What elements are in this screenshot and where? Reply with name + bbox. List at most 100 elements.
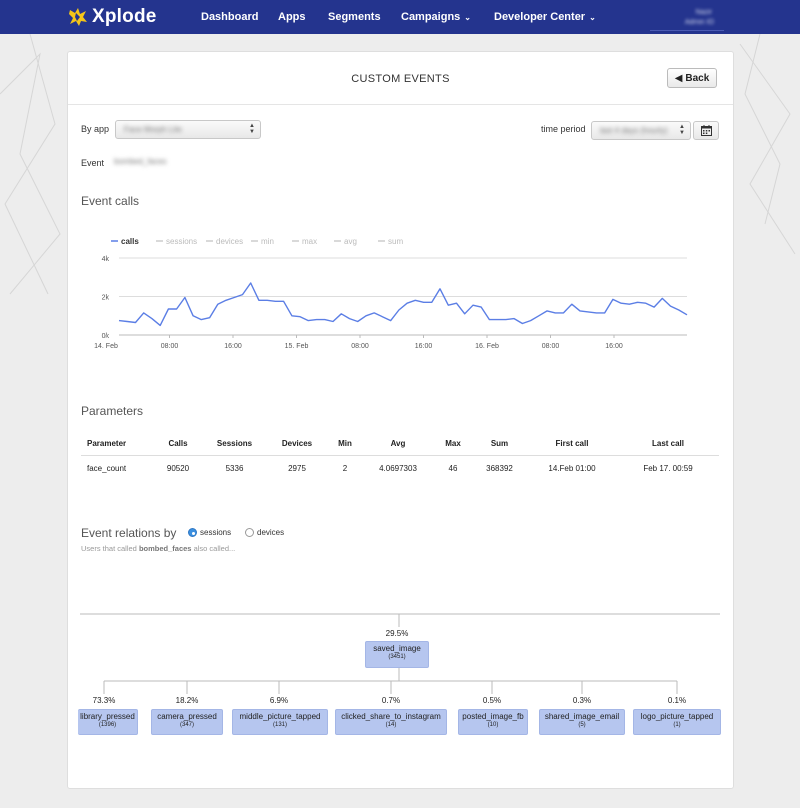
x-tick-label: 16:00 <box>605 343 623 350</box>
y-tick-label: 4k <box>102 256 110 263</box>
logo-text: Xplode <box>92 6 157 27</box>
col-calls: Calls <box>153 433 203 456</box>
root-node-count: (3451) <box>388 654 406 660</box>
select-arrows-icon: ▲ ▼ <box>679 124 685 136</box>
child-node[interactable]: camera_pressed (347) <box>151 709 223 735</box>
col-last-call: Last call <box>617 433 719 456</box>
legend-item-avg: avg <box>344 237 357 246</box>
nav-segments[interactable]: Segments <box>328 11 381 23</box>
back-button[interactable]: ◀ Back <box>667 68 717 88</box>
custom-events-panel: CUSTOM EVENTS ◀ Back By app Face Morph Li… <box>67 51 734 789</box>
x-tick-label: 16. Feb <box>475 343 499 350</box>
child-node-count: (1396) <box>98 722 117 728</box>
app-select-value: Face Morph Lite <box>124 125 182 134</box>
cell-min: 2 <box>342 463 348 473</box>
child-node-count: (131) <box>272 722 287 728</box>
col-first-call: First call <box>527 433 617 456</box>
cell-parameter: face_count <box>87 463 127 473</box>
child-node-name: posted_image_fb <box>462 712 524 721</box>
app-logo[interactable]: Xplode <box>68 6 157 28</box>
nav-dashboard[interactable]: Dashboard <box>201 11 258 23</box>
subtext-event: bombed_faces <box>138 544 192 553</box>
col-max: Max <box>434 433 472 456</box>
event-calls-title: Event calls <box>81 194 140 208</box>
parameters-title: Parameters <box>81 404 144 418</box>
child-node[interactable]: posted_image_fb (10) <box>458 709 528 735</box>
calendar-button[interactable] <box>693 121 719 140</box>
col-devices: Devices <box>266 433 328 456</box>
user-menu[interactable]: Nazir Admin IO <box>650 3 724 31</box>
cell-calls: 90520 <box>166 463 190 473</box>
radio-sessions[interactable]: sessions <box>188 528 231 537</box>
nav-developer-center-label: Developer Center <box>494 11 586 23</box>
x-tick-label: 08:00 <box>351 343 369 350</box>
child-node-count: (10) <box>487 722 499 728</box>
root-node[interactable]: saved_image (3451) <box>365 641 429 668</box>
page-title: CUSTOM EVENTS <box>351 73 450 85</box>
series-line-calls <box>118 282 688 327</box>
x-tick-label: 08:00 <box>161 343 179 350</box>
time-period-label: time period <box>541 124 586 134</box>
x-tick-label: 08:00 <box>542 343 560 350</box>
child-node[interactable]: library_pressed (1396) <box>78 709 138 735</box>
by-app-label: By app <box>81 124 110 134</box>
child-node-pct: 0.5% <box>482 696 502 705</box>
child-node-name: shared_image_email <box>544 712 620 721</box>
col-avg: Avg <box>362 433 434 456</box>
x-tick-label: 14. Feb <box>94 343 118 350</box>
child-node[interactable]: clicked_share_to_instagram (14) <box>335 709 447 735</box>
table-header-row: Parameter Calls Sessions Devices Min Avg… <box>81 433 719 456</box>
chevron-down-icon: ⌄ <box>589 13 596 22</box>
time-period-select[interactable]: last 4 days (hourly) ▲ ▼ <box>591 121 691 140</box>
child-node[interactable]: middle_picture_tapped (131) <box>232 709 328 735</box>
radio-sessions-label: sessions <box>200 528 232 537</box>
radio-devices-dot <box>245 528 254 537</box>
time-period-value: last 4 days (hourly) <box>600 126 668 135</box>
root-node-pct: 29.5% <box>385 629 409 638</box>
y-tick-label: 2k <box>102 295 110 302</box>
event-calls-chart: calls sessions devices min max avg sum0k2k4k14… <box>94 237 688 350</box>
child-node-pct: 0.7% <box>381 696 401 705</box>
nav-campaigns[interactable]: Campaigns ⌄ <box>401 11 471 23</box>
child-node[interactable]: logo_picture_tapped (1) <box>633 709 721 735</box>
child-node-name: middle_picture_tapped <box>239 712 321 721</box>
cell-devices: 2975 <box>288 463 306 473</box>
parameters-table: Parameter Calls Sessions Devices Min Avg… <box>81 433 719 481</box>
legend-item-calls: calls <box>121 237 139 246</box>
relations-subtext: Users that called bombed_faces also call… <box>81 544 235 553</box>
nav-apps[interactable]: Apps <box>278 11 306 23</box>
child-node-name: logo_picture_tapped <box>640 712 714 721</box>
legend-item-max: max <box>302 237 317 246</box>
radio-devices[interactable]: devices <box>245 528 284 537</box>
cell-avg: 4.0697303 <box>379 463 417 473</box>
x-tick-label: 16:00 <box>224 343 242 350</box>
child-node-pct: 18.2% <box>175 696 199 705</box>
col-sum: Sum <box>472 433 527 456</box>
table-row: face_count 90520 5336 2975 2 4.0697303 4… <box>81 455 719 481</box>
calendar-icon <box>700 125 712 136</box>
nav-segments-label: Segments <box>328 11 381 23</box>
root-node-name: saved_image <box>373 644 421 653</box>
app-select[interactable]: Face Morph Lite ▲ ▼ <box>115 120 261 139</box>
child-node-count: (1) <box>673 722 681 728</box>
child-node-name: camera_pressed <box>157 712 217 721</box>
cell-first-call: 14.Feb 01:00 <box>548 463 596 473</box>
chevron-down-icon: ⌄ <box>464 13 471 22</box>
child-node[interactable]: shared_image_email (5) <box>539 709 625 735</box>
legend-item-sessions: sessions <box>166 237 197 246</box>
nav-developer-center[interactable]: Developer Center ⌄ <box>494 11 596 23</box>
col-sessions: Sessions <box>203 433 266 456</box>
child-node-count: (14) <box>385 722 397 728</box>
legend-item-min: min <box>261 237 274 246</box>
child-node-pct: 73.3% <box>92 696 116 705</box>
arrow-left-icon: ◀ <box>674 72 683 84</box>
child-node-name: library_pressed <box>80 712 135 721</box>
child-node-count: (5) <box>578 722 586 728</box>
back-button-label: Back <box>685 72 710 84</box>
nav-campaigns-label: Campaigns <box>401 11 461 23</box>
subtext-suffix: also called... <box>191 544 236 553</box>
child-node-count: (347) <box>179 722 194 728</box>
user-subtitle: Admin IO <box>684 19 714 26</box>
col-parameter: Parameter <box>81 433 153 456</box>
cell-sessions: 5336 <box>225 463 244 473</box>
